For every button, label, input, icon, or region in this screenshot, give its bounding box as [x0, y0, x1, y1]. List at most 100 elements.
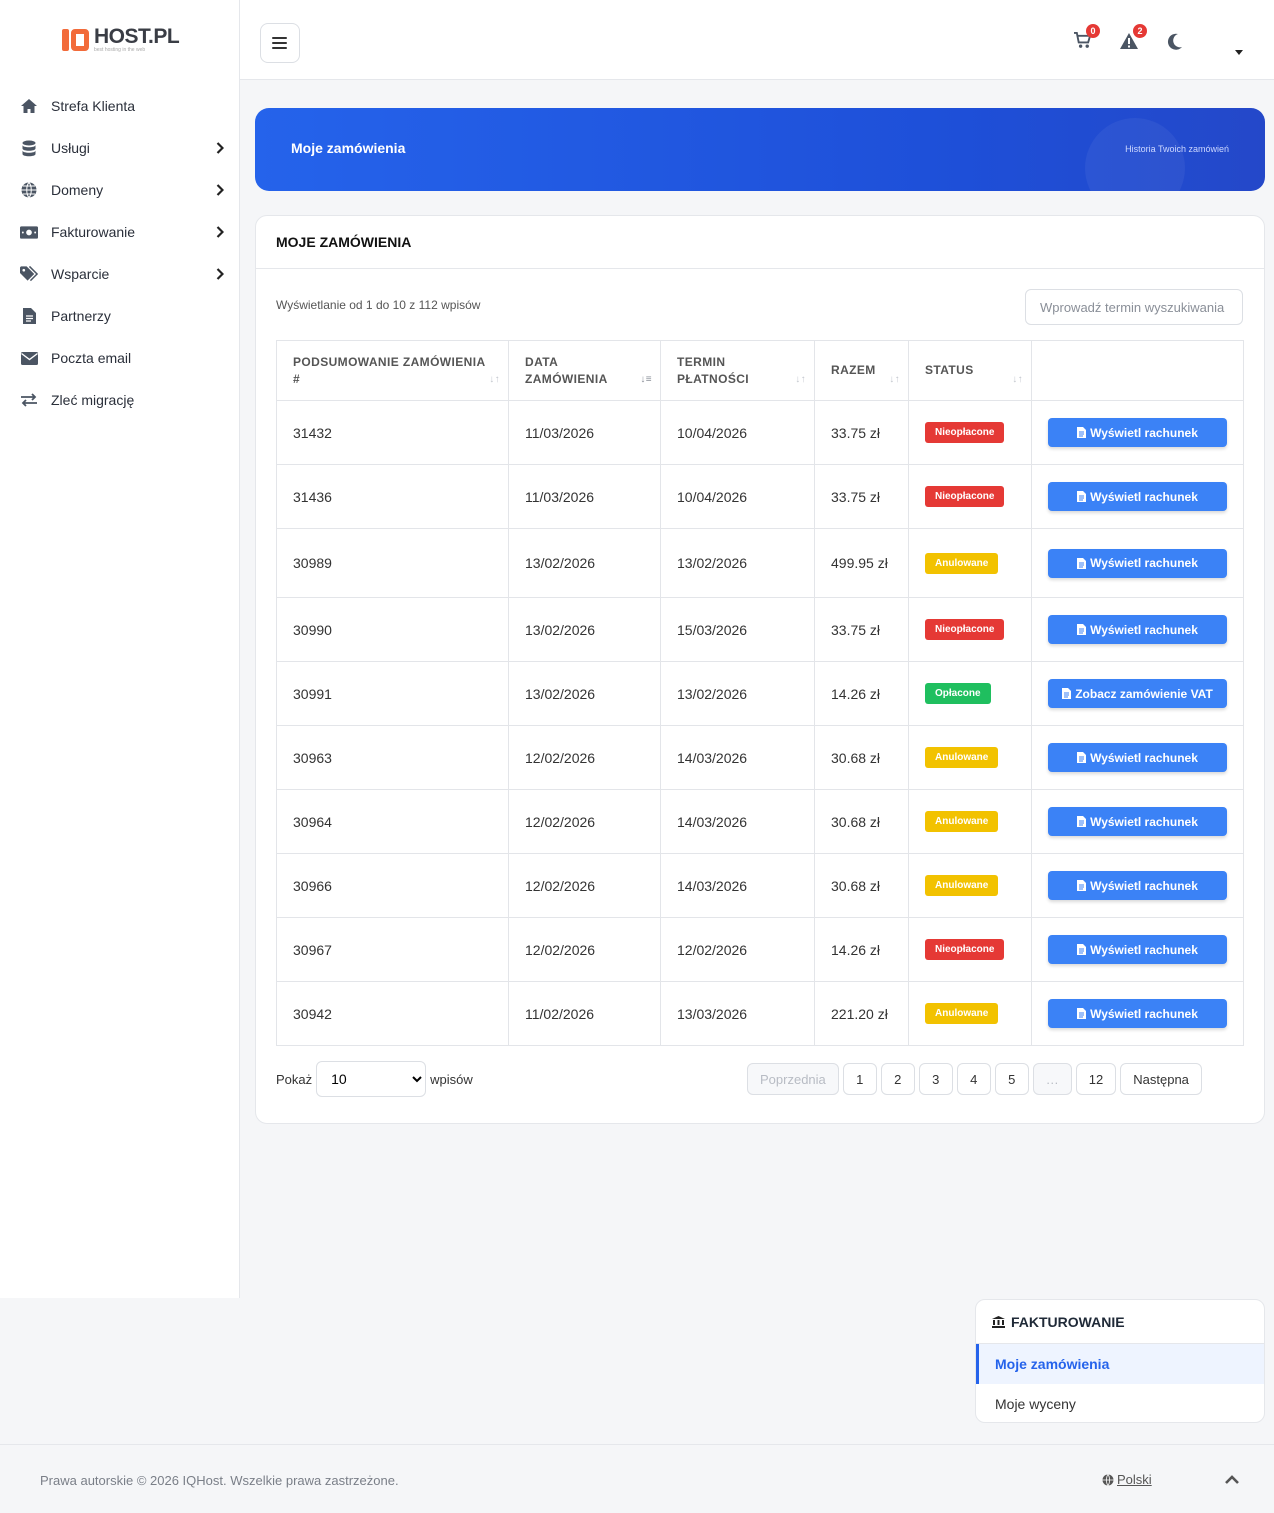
order-total: 30.68 zł	[814, 853, 909, 918]
table-row[interactable]: 31432 11/03/2026 10/04/2026 33.75 zł Nieopła…	[276, 400, 1244, 465]
table-row[interactable]: 30963 12/02/2026 14/03/2026 30.68 zł Anulowa…	[276, 725, 1244, 790]
order-date: 11/03/2026	[508, 400, 661, 465]
view-invoice-button[interactable]: Wyświetl rachunek	[1048, 935, 1227, 964]
page-button-4[interactable]: 4	[956, 1063, 991, 1095]
subnav-item-1[interactable]: Moje wyceny	[976, 1384, 1264, 1422]
column-header-actions	[1031, 340, 1244, 401]
top-header: 0 2	[240, 0, 1274, 80]
sidebar-item-3[interactable]: Fakturowanie	[0, 211, 240, 253]
alerts-button[interactable]: 2	[1119, 24, 1147, 55]
order-total: 499.95 zł	[814, 528, 909, 598]
column-header-summary[interactable]: PODSUMOWANIE ZAMÓWIENIA # ↓↑	[276, 340, 509, 401]
order-id: 30963	[276, 725, 509, 790]
table-row[interactable]: 30967 12/02/2026 12/02/2026 14.26 zł Nieopła…	[276, 917, 1244, 982]
view-invoice-button[interactable]: Wyświetl rachunek	[1048, 418, 1227, 447]
order-date: 12/02/2026	[508, 853, 661, 918]
view-invoice-button[interactable]: Wyświetl rachunek	[1048, 871, 1227, 900]
order-due-date: 13/02/2026	[660, 661, 815, 726]
sidebar-item-5[interactable]: Partnerzy	[0, 295, 240, 337]
back-to-top-button[interactable]	[1224, 1472, 1240, 1490]
card-title: MOJE ZAMÓWIENIA	[256, 216, 1264, 269]
view-invoice-button[interactable]: Zobacz zamówienie VAT	[1048, 679, 1227, 708]
sidebar-item-label: Wsparcie	[51, 266, 110, 282]
chevron-right-icon	[216, 183, 225, 201]
table-row[interactable]: 30989 13/02/2026 13/02/2026 499.95 zł Anulow…	[276, 528, 1244, 598]
subnav-item-0[interactable]: Moje zamówienia	[976, 1344, 1264, 1384]
page-button-2[interactable]: 2	[880, 1063, 915, 1095]
sidebar-nav: Strefa Klienta Usługi Domeny Fakturowanie Ws…	[0, 85, 240, 421]
sidebar-item-label: Zleć migrację	[51, 392, 135, 408]
moon-icon	[1167, 33, 1182, 50]
order-due-date: 15/03/2026	[660, 597, 815, 662]
order-id: 31432	[276, 400, 509, 465]
order-due-date: 14/03/2026	[660, 853, 815, 918]
orders-card: MOJE ZAMÓWIENIA Wyświetlanie od 1 do 10 …	[255, 215, 1265, 1124]
order-due-date: 12/02/2026	[660, 917, 815, 982]
globe-icon	[1102, 1473, 1114, 1486]
file-icon	[1062, 688, 1072, 699]
order-id: 30967	[276, 917, 509, 982]
page-length-select[interactable]: 10	[316, 1061, 427, 1097]
view-invoice-button[interactable]: Wyświetl rachunek	[1048, 548, 1227, 578]
search-input[interactable]	[1025, 289, 1243, 325]
orders-table: PODSUMOWANIE ZAMÓWIENIA # ↓↑ DATA ZAMÓWIE…	[276, 340, 1244, 1046]
sidebar-item-7[interactable]: Zleć migrację	[0, 379, 240, 421]
menu-toggle-button[interactable]	[260, 23, 300, 63]
tags-icon	[20, 265, 38, 283]
table-row[interactable]: 30991 13/02/2026 13/02/2026 14.26 zł Opłacon…	[276, 661, 1244, 726]
page-button-1[interactable]: 1	[842, 1063, 877, 1095]
cart-button[interactable]: 0	[1073, 24, 1100, 54]
order-due-date: 10/04/2026	[660, 464, 815, 529]
page-banner: Moje zamówienia Historia Twoich zamówień	[255, 108, 1265, 191]
view-invoice-button[interactable]: Wyświetl rachunek	[1048, 999, 1227, 1028]
view-invoice-button[interactable]: Wyświetl rachunek	[1048, 807, 1227, 836]
column-header-date[interactable]: DATA ZAMÓWIENIA ↓≡	[508, 340, 661, 401]
view-invoice-button[interactable]: Wyświetl rachunek	[1048, 482, 1227, 511]
file-icon	[1077, 427, 1087, 438]
sidebar-item-6[interactable]: Poczta email	[0, 337, 240, 379]
sidebar-item-2[interactable]: Domeny	[0, 169, 240, 211]
status-badge: Nieopłacone	[925, 619, 1005, 640]
status-badge: Anulowane	[925, 811, 999, 832]
file-icon	[1077, 880, 1087, 891]
table-row[interactable]: 31436 11/03/2026 10/04/2026 33.75 zł Nieopła…	[276, 464, 1244, 529]
order-id: 30989	[276, 528, 509, 598]
page-button-3[interactable]: 3	[918, 1063, 953, 1095]
sidebar-item-label: Partnerzy	[51, 308, 111, 324]
sidebar-item-1[interactable]: Usługi	[0, 127, 240, 169]
file-icon	[1077, 944, 1087, 955]
dark-mode-toggle[interactable]	[1167, 33, 1183, 55]
language-switcher[interactable]: Polski	[1102, 1472, 1152, 1487]
copyright-text: Prawa autorskie © 2026 IQHost. Wszelkie …	[40, 1473, 399, 1488]
pagination-ellipsis: …	[1032, 1063, 1072, 1095]
sidebar-item-4[interactable]: Wsparcie	[0, 253, 240, 295]
next-page-button[interactable]: Następna	[1120, 1063, 1202, 1095]
sidebar-item-0[interactable]: Strefa Klienta	[0, 85, 240, 127]
page-button-12[interactable]: 12	[1075, 1063, 1117, 1095]
order-total: 14.26 zł	[814, 661, 909, 726]
file-icon	[1077, 624, 1087, 635]
column-header-total[interactable]: RAZEM ↓↑	[814, 340, 909, 401]
column-header-status[interactable]: STATUS ↓↑	[908, 340, 1032, 401]
column-header-due[interactable]: TERMIN PŁATNOŚCI ↓↑	[660, 340, 815, 401]
home-icon	[20, 97, 38, 115]
order-due-date: 14/03/2026	[660, 725, 815, 790]
logo[interactable]: HOST.PL best hosting in the web	[62, 26, 180, 53]
table-row[interactable]: 30990 13/02/2026 15/03/2026 33.75 zł Nieopła…	[276, 597, 1244, 662]
sidebar-item-label: Strefa Klienta	[51, 98, 136, 114]
user-dropdown-toggle[interactable]	[1235, 42, 1243, 60]
table-row[interactable]: 30942 11/02/2026 13/03/2026 221.20 zł Anulow…	[276, 981, 1244, 1046]
brand-tagline: best hosting in the web	[94, 47, 146, 53]
order-due-date: 13/03/2026	[660, 981, 815, 1046]
file-icon	[1077, 557, 1087, 569]
view-invoice-button[interactable]: Wyświetl rachunek	[1048, 615, 1227, 644]
table-row[interactable]: 30964 12/02/2026 14/03/2026 30.68 zł Anulowa…	[276, 789, 1244, 854]
table-row[interactable]: 30966 12/02/2026 14/03/2026 30.68 zł Anulowa…	[276, 853, 1244, 918]
view-invoice-button[interactable]: Wyświetl rachunek	[1048, 743, 1227, 772]
file-icon	[1077, 1008, 1087, 1019]
file-icon	[1077, 816, 1087, 827]
page-button-5[interactable]: 5	[994, 1063, 1029, 1095]
prev-page-button[interactable]: Poprzednia	[747, 1063, 839, 1095]
order-date: 11/03/2026	[508, 464, 661, 529]
chevron-up-icon	[1225, 1475, 1239, 1484]
